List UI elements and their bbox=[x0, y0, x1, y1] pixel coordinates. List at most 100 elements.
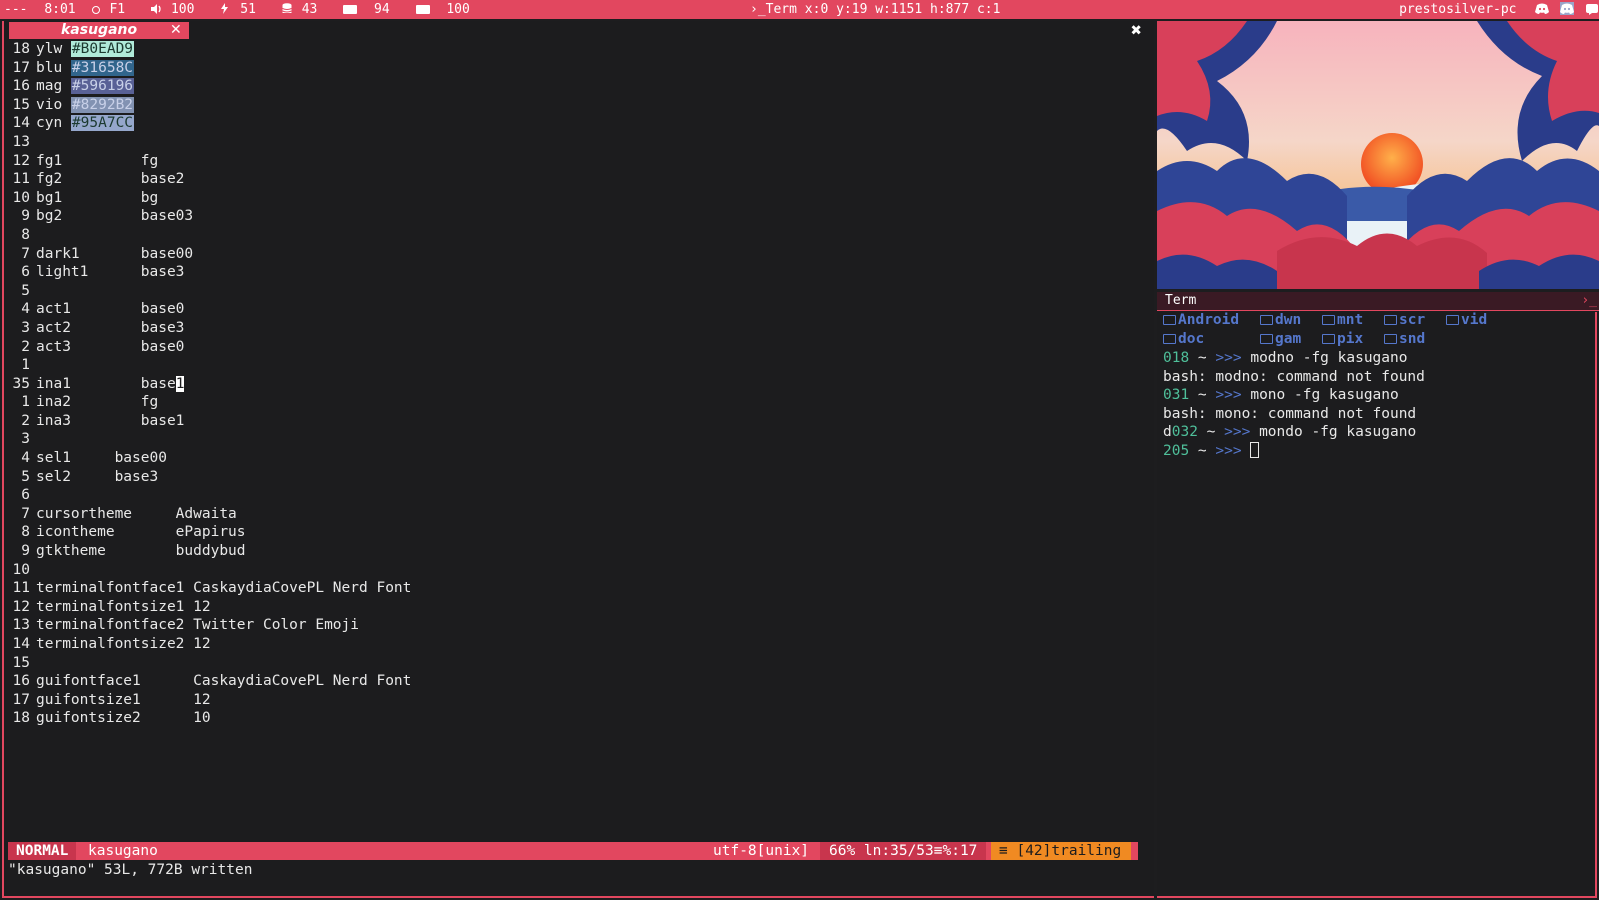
directory-item[interactable]: mnt bbox=[1322, 312, 1363, 328]
editor-line[interactable]: 2 act3 base0 bbox=[8, 338, 1138, 357]
directory-item[interactable]: doc bbox=[1163, 331, 1204, 347]
wifi-icon bbox=[92, 6, 101, 14]
disk-status: 43 bbox=[282, 2, 327, 17]
window-info-label: Term x:0 y:19 w:1151 h:877 c:1 bbox=[765, 2, 1001, 17]
editor-line[interactable]: 16 guifontface1 CaskaydiaCovePL Nerd Font bbox=[8, 672, 1138, 691]
editor-line[interactable]: 8 icontheme ePapirus bbox=[8, 523, 1138, 542]
prompt-arrow: >>> bbox=[1215, 387, 1242, 404]
terminal-cursor bbox=[1250, 442, 1260, 458]
volume-label: 100 bbox=[170, 2, 195, 17]
editor-line[interactable]: 15 vio #8292B2 bbox=[8, 96, 1138, 115]
terminal-prompt-line: 205 ~ >>> bbox=[1163, 442, 1260, 461]
line-text: act3 base0 bbox=[36, 338, 185, 355]
battery2-label: 100 bbox=[446, 2, 470, 17]
editor-line[interactable]: 10 bbox=[8, 561, 1138, 580]
editor-line[interactable]: 7 dark1 base00 bbox=[8, 245, 1138, 264]
editor-line[interactable]: 3 act2 base3 bbox=[8, 319, 1138, 338]
buffer-tab[interactable]: kasugano ✕ bbox=[9, 22, 189, 39]
brightness-status: 51 bbox=[220, 2, 265, 17]
editor-line[interactable]: 3 bbox=[8, 430, 1138, 449]
editor-buffer[interactable]: 18 ylw #B0EAD9 17 blu #31658C 16 mag #596196 1… bbox=[8, 40, 1138, 728]
directory-item[interactable]: vid bbox=[1446, 312, 1487, 328]
editor-line[interactable]: 2 ina3 base1 bbox=[8, 412, 1138, 431]
editor-line[interactable]: 4 sel1 base00 bbox=[8, 449, 1138, 468]
editor-line[interactable]: 13 bbox=[8, 133, 1138, 152]
directory-item[interactable]: pix bbox=[1322, 331, 1363, 347]
buffer-tab-label: kasugano bbox=[61, 22, 138, 38]
database-icon bbox=[282, 1, 293, 13]
editor-line[interactable]: 16 mag #596196 bbox=[8, 77, 1138, 96]
directory-item[interactable]: Android bbox=[1163, 312, 1239, 328]
editor-line[interactable]: 17 blu #31658C bbox=[8, 59, 1138, 78]
prompt-path: ~ bbox=[1189, 387, 1216, 404]
editor-line[interactable]: 9 gtktheme buddybud bbox=[8, 542, 1138, 561]
line-text: guifontsize1 12 bbox=[36, 691, 211, 708]
editor-line[interactable]: 11 terminalfontface1 CaskaydiaCovePL Nerd… bbox=[8, 579, 1138, 598]
discord-icon[interactable] bbox=[1535, 2, 1550, 15]
discord-icon[interactable] bbox=[1560, 2, 1575, 15]
terminal-body[interactable]: Android dwn mnt scr vid doc gam pix snd 018 ~ >>… bbox=[1157, 312, 1597, 898]
directory-label: mnt bbox=[1337, 312, 1364, 328]
line-number: 12 bbox=[12, 152, 30, 169]
editor-line[interactable]: 14 terminalfontsize2 12 bbox=[8, 635, 1138, 654]
editor-line[interactable]: 9 bg2 base03 bbox=[8, 207, 1138, 226]
directory-item[interactable]: scr bbox=[1384, 312, 1425, 328]
directory-item[interactable]: gam bbox=[1260, 331, 1301, 347]
editor-line[interactable]: 35 ina1 base1 bbox=[8, 375, 1138, 394]
editor-line[interactable]: 5 bbox=[8, 282, 1138, 301]
editor-line[interactable]: 15 bbox=[8, 654, 1138, 673]
tab-close-icon[interactable]: ✕ bbox=[170, 22, 182, 39]
line-text: icontheme ePapirus bbox=[36, 524, 246, 541]
editor-line[interactable]: 17 guifontsize1 12 bbox=[8, 691, 1138, 710]
line-text: guifontsize2 10 bbox=[36, 710, 211, 727]
wallpaper-image bbox=[1157, 21, 1599, 289]
editor-window[interactable]: kasugano ✕ ✖ 18 ylw #B0EAD9 17 blu #31658C 1… bbox=[2, 20, 1154, 898]
command-message: "kasugano" 53L, 772B written bbox=[8, 862, 253, 878]
line-number: 10 bbox=[12, 561, 30, 578]
editor-line[interactable]: 4 act1 base0 bbox=[8, 300, 1138, 319]
directory-label: doc bbox=[1178, 331, 1205, 347]
color-value: #31658C bbox=[70, 59, 135, 76]
terminal-prompt-line: 018 ~ >>> modno -fg kasugano bbox=[1163, 349, 1407, 368]
editor-line[interactable]: 5 sel2 base3 bbox=[8, 468, 1138, 487]
editor-line[interactable]: 6 light1 base3 bbox=[8, 263, 1138, 282]
folder-icon bbox=[1260, 334, 1273, 344]
line-number: 15 bbox=[12, 96, 30, 113]
editor-line[interactable]: 13 terminalfontface2 Twitter Color Emoji bbox=[8, 616, 1138, 635]
line-text: terminalfontface2 Twitter Color Emoji bbox=[36, 617, 360, 634]
folder-icon bbox=[1384, 315, 1397, 325]
editor-line[interactable]: 10 bg1 bg bbox=[8, 189, 1138, 208]
editor-line[interactable]: 1 ina2 fg bbox=[8, 393, 1138, 412]
line-number: 3 bbox=[21, 431, 30, 448]
chat-icon[interactable] bbox=[1585, 2, 1599, 15]
brightness-icon bbox=[220, 1, 231, 14]
editor-line[interactable]: 8 bbox=[8, 226, 1138, 245]
editor-line[interactable]: 14 cyn #95A7CC bbox=[8, 114, 1138, 133]
line-text: terminalfontsize2 12 bbox=[36, 636, 211, 652]
mode-indicator: NORMAL bbox=[8, 842, 77, 860]
editor-line[interactable]: 12 terminalfontsize1 12 bbox=[8, 598, 1138, 617]
editor-line[interactable]: 11 fg2 base2 bbox=[8, 170, 1138, 189]
window-close-icon[interactable]: ✖ bbox=[1131, 20, 1142, 41]
folder-icon bbox=[1163, 334, 1176, 344]
editor-line[interactable]: 7 cursortheme Adwaita bbox=[8, 505, 1138, 524]
editor-line[interactable]: 12 fg1 fg bbox=[8, 152, 1138, 171]
terminal-output-line: bash: mono: command not found bbox=[1163, 405, 1416, 424]
folder-icon bbox=[1384, 334, 1397, 344]
line-number: 14 bbox=[12, 115, 30, 132]
prompt-arrow: >>> bbox=[1224, 424, 1251, 441]
line-number: 4 bbox=[21, 450, 30, 467]
line-text: sel2 base3 bbox=[36, 468, 159, 485]
editor-line[interactable]: 18 ylw #B0EAD9 bbox=[8, 40, 1138, 59]
directory-item[interactable]: snd bbox=[1384, 331, 1425, 347]
prompt-number: 205 bbox=[1163, 443, 1190, 459]
workspace-indicator[interactable]: --- bbox=[4, 2, 27, 17]
editor-line[interactable]: 6 bbox=[8, 486, 1138, 505]
line-number: 2 bbox=[21, 338, 30, 355]
directory-item[interactable]: dwn bbox=[1260, 312, 1301, 328]
command-text: modno -fg kasugano bbox=[1241, 350, 1408, 366]
editor-line[interactable]: 1 bbox=[8, 356, 1138, 375]
battery-icon bbox=[343, 5, 358, 14]
editor-line[interactable]: 18 guifontsize2 10 bbox=[8, 709, 1138, 728]
prompt-arrow: >>> bbox=[1215, 443, 1242, 459]
